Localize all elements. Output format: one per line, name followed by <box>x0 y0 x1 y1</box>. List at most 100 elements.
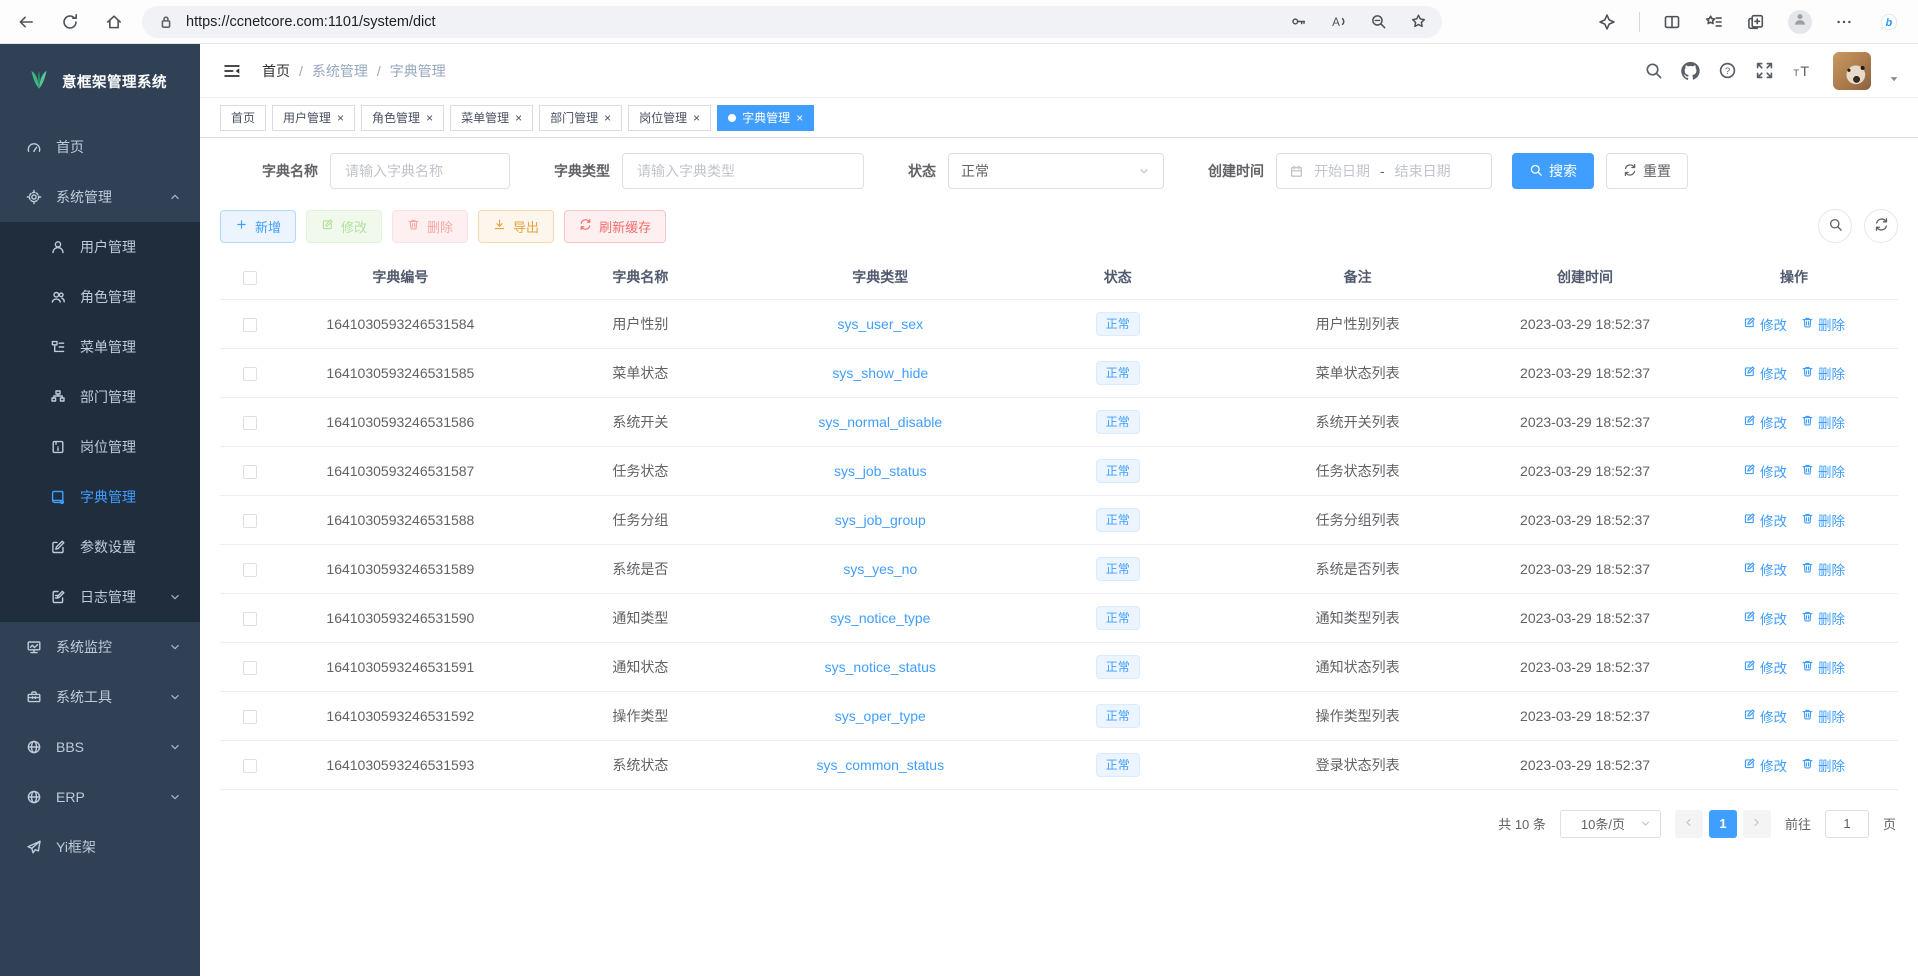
collections-icon[interactable] <box>1746 12 1766 32</box>
breadcrumb-item[interactable]: 字典管理 <box>390 61 446 81</box>
sidebar-item-log-mgmt[interactable]: 日志管理 <box>0 572 200 622</box>
breadcrumb-item[interactable]: 系统管理 <box>312 61 368 81</box>
sidebar-item-system-mgmt[interactable]: 系统管理 <box>0 172 200 222</box>
dict-type-link[interactable]: sys_normal_disable <box>818 414 942 430</box>
browser-profile-avatar[interactable] <box>1788 10 1812 34</box>
row-delete-button[interactable]: 删除 <box>1801 510 1845 530</box>
row-delete-button[interactable]: 删除 <box>1801 657 1845 677</box>
close-tab-icon[interactable]: × <box>426 112 433 124</box>
row-delete-button[interactable]: 删除 <box>1801 559 1845 579</box>
tab-dict-mgmt[interactable]: 字典管理× <box>717 105 814 131</box>
row-checkbox[interactable] <box>243 563 257 577</box>
dict-type-input[interactable] <box>622 153 864 189</box>
prev-page-button[interactable] <box>1675 810 1703 838</box>
github-icon[interactable] <box>1681 61 1701 81</box>
sidebar-item-dept-mgmt[interactable]: 部门管理 <box>0 372 200 422</box>
fullscreen-icon[interactable] <box>1755 61 1775 81</box>
row-delete-button[interactable]: 删除 <box>1801 608 1845 628</box>
dict-name-input[interactable] <box>330 153 510 189</box>
sidebar-item-param-config[interactable]: 参数设置 <box>0 522 200 572</box>
row-checkbox[interactable] <box>243 367 257 381</box>
dict-type-link[interactable]: sys_job_group <box>835 512 926 528</box>
app-logo[interactable]: 意框架管理系统 <box>0 44 200 118</box>
help-icon[interactable]: ? <box>1718 61 1738 81</box>
row-edit-button[interactable]: 修改 <box>1743 755 1787 775</box>
row-checkbox[interactable] <box>243 514 257 528</box>
dict-type-link[interactable]: sys_common_status <box>816 757 944 773</box>
row-checkbox[interactable] <box>243 465 257 479</box>
dict-type-link[interactable]: sys_user_sex <box>837 316 923 332</box>
sidebar-item-user-mgmt[interactable]: 用户管理 <box>0 222 200 272</box>
copilot-icon[interactable]: b <box>1876 9 1902 35</box>
sidebar-item-yi-framework[interactable]: Yi框架 <box>0 822 200 872</box>
close-tab-icon[interactable]: × <box>693 112 700 124</box>
zoom-out-icon[interactable] <box>1368 12 1388 32</box>
browser-home-icon[interactable] <box>104 12 124 32</box>
tab-dept-mgmt[interactable]: 部门管理× <box>539 105 622 131</box>
next-page-button[interactable] <box>1743 810 1771 838</box>
password-key-icon[interactable] <box>1288 12 1308 32</box>
user-avatar[interactable] <box>1833 52 1871 90</box>
refresh-table-button[interactable] <box>1864 209 1898 243</box>
sidebar-item-home[interactable]: 首页 <box>0 122 200 172</box>
page-number-1[interactable]: 1 <box>1709 810 1737 838</box>
delete-button[interactable]: 删除 <box>392 210 468 243</box>
select-all-checkbox[interactable] <box>243 271 257 285</box>
date-range-picker[interactable]: 开始日期 - 结束日期 <box>1276 153 1492 189</box>
close-tab-icon[interactable]: × <box>337 112 344 124</box>
close-tab-icon[interactable]: × <box>604 112 611 124</box>
edit-button[interactable]: 修改 <box>306 210 382 243</box>
header-search-icon[interactable] <box>1644 61 1664 81</box>
row-checkbox[interactable] <box>243 759 257 773</box>
sidebar-item-bbs[interactable]: BBS <box>0 722 200 772</box>
row-edit-button[interactable]: 修改 <box>1743 314 1787 334</box>
sidebar-item-role-mgmt[interactable]: 角色管理 <box>0 272 200 322</box>
reset-button[interactable]: 重置 <box>1606 153 1688 189</box>
extensions-icon[interactable] <box>1597 12 1617 32</box>
sidebar-item-sys-monitor[interactable]: 系统监控 <box>0 622 200 672</box>
export-button[interactable]: 导出 <box>478 210 554 243</box>
sidebar-item-post-mgmt[interactable]: 岗位管理 <box>0 422 200 472</box>
row-checkbox[interactable] <box>243 416 257 430</box>
tab-home[interactable]: 首页 <box>220 105 266 131</box>
address-bar[interactable]: https://ccnetcore.com:1101/system/dict A <box>142 6 1442 38</box>
tab-menu-mgmt[interactable]: 菜单管理× <box>450 105 533 131</box>
read-aloud-icon[interactable]: A <box>1328 12 1348 32</box>
row-edit-button[interactable]: 修改 <box>1743 608 1787 628</box>
browser-reload-icon[interactable] <box>60 12 80 32</box>
row-delete-button[interactable]: 删除 <box>1801 706 1845 726</box>
dict-type-link[interactable]: sys_notice_type <box>830 610 930 626</box>
dict-type-link[interactable]: sys_oper_type <box>835 708 926 724</box>
row-delete-button[interactable]: 删除 <box>1801 755 1845 775</box>
add-button[interactable]: 新增 <box>220 210 296 243</box>
status-select[interactable]: 正常 <box>948 153 1164 189</box>
row-edit-button[interactable]: 修改 <box>1743 706 1787 726</box>
sidebar-item-sys-tools[interactable]: 系统工具 <box>0 672 200 722</box>
browser-menu-icon[interactable] <box>1834 12 1854 32</box>
row-checkbox[interactable] <box>243 710 257 724</box>
url-text[interactable]: https://ccnetcore.com:1101/system/dict <box>186 14 1278 30</box>
row-edit-button[interactable]: 修改 <box>1743 412 1787 432</box>
tab-post-mgmt[interactable]: 岗位管理× <box>628 105 711 131</box>
split-screen-icon[interactable] <box>1662 12 1682 32</box>
row-edit-button[interactable]: 修改 <box>1743 657 1787 677</box>
close-tab-icon[interactable]: × <box>515 112 522 124</box>
row-checkbox[interactable] <box>243 318 257 332</box>
tab-user-mgmt[interactable]: 用户管理× <box>272 105 355 131</box>
font-size-icon[interactable]: TT <box>1792 61 1812 81</box>
sidebar-item-menu-mgmt[interactable]: 菜单管理 <box>0 322 200 372</box>
close-tab-icon[interactable]: × <box>796 112 803 124</box>
row-edit-button[interactable]: 修改 <box>1743 510 1787 530</box>
row-edit-button[interactable]: 修改 <box>1743 461 1787 481</box>
row-edit-button[interactable]: 修改 <box>1743 559 1787 579</box>
row-edit-button[interactable]: 修改 <box>1743 363 1787 383</box>
dict-type-link[interactable]: sys_notice_status <box>825 659 936 675</box>
lock-icon[interactable] <box>156 12 176 32</box>
show-search-button[interactable] <box>1818 209 1852 243</box>
row-delete-button[interactable]: 删除 <box>1801 314 1845 334</box>
row-checkbox[interactable] <box>243 661 257 675</box>
row-delete-button[interactable]: 删除 <box>1801 412 1845 432</box>
page-size-select[interactable]: 10条/页 <box>1560 810 1661 838</box>
browser-back-icon[interactable] <box>16 12 36 32</box>
row-delete-button[interactable]: 删除 <box>1801 363 1845 383</box>
